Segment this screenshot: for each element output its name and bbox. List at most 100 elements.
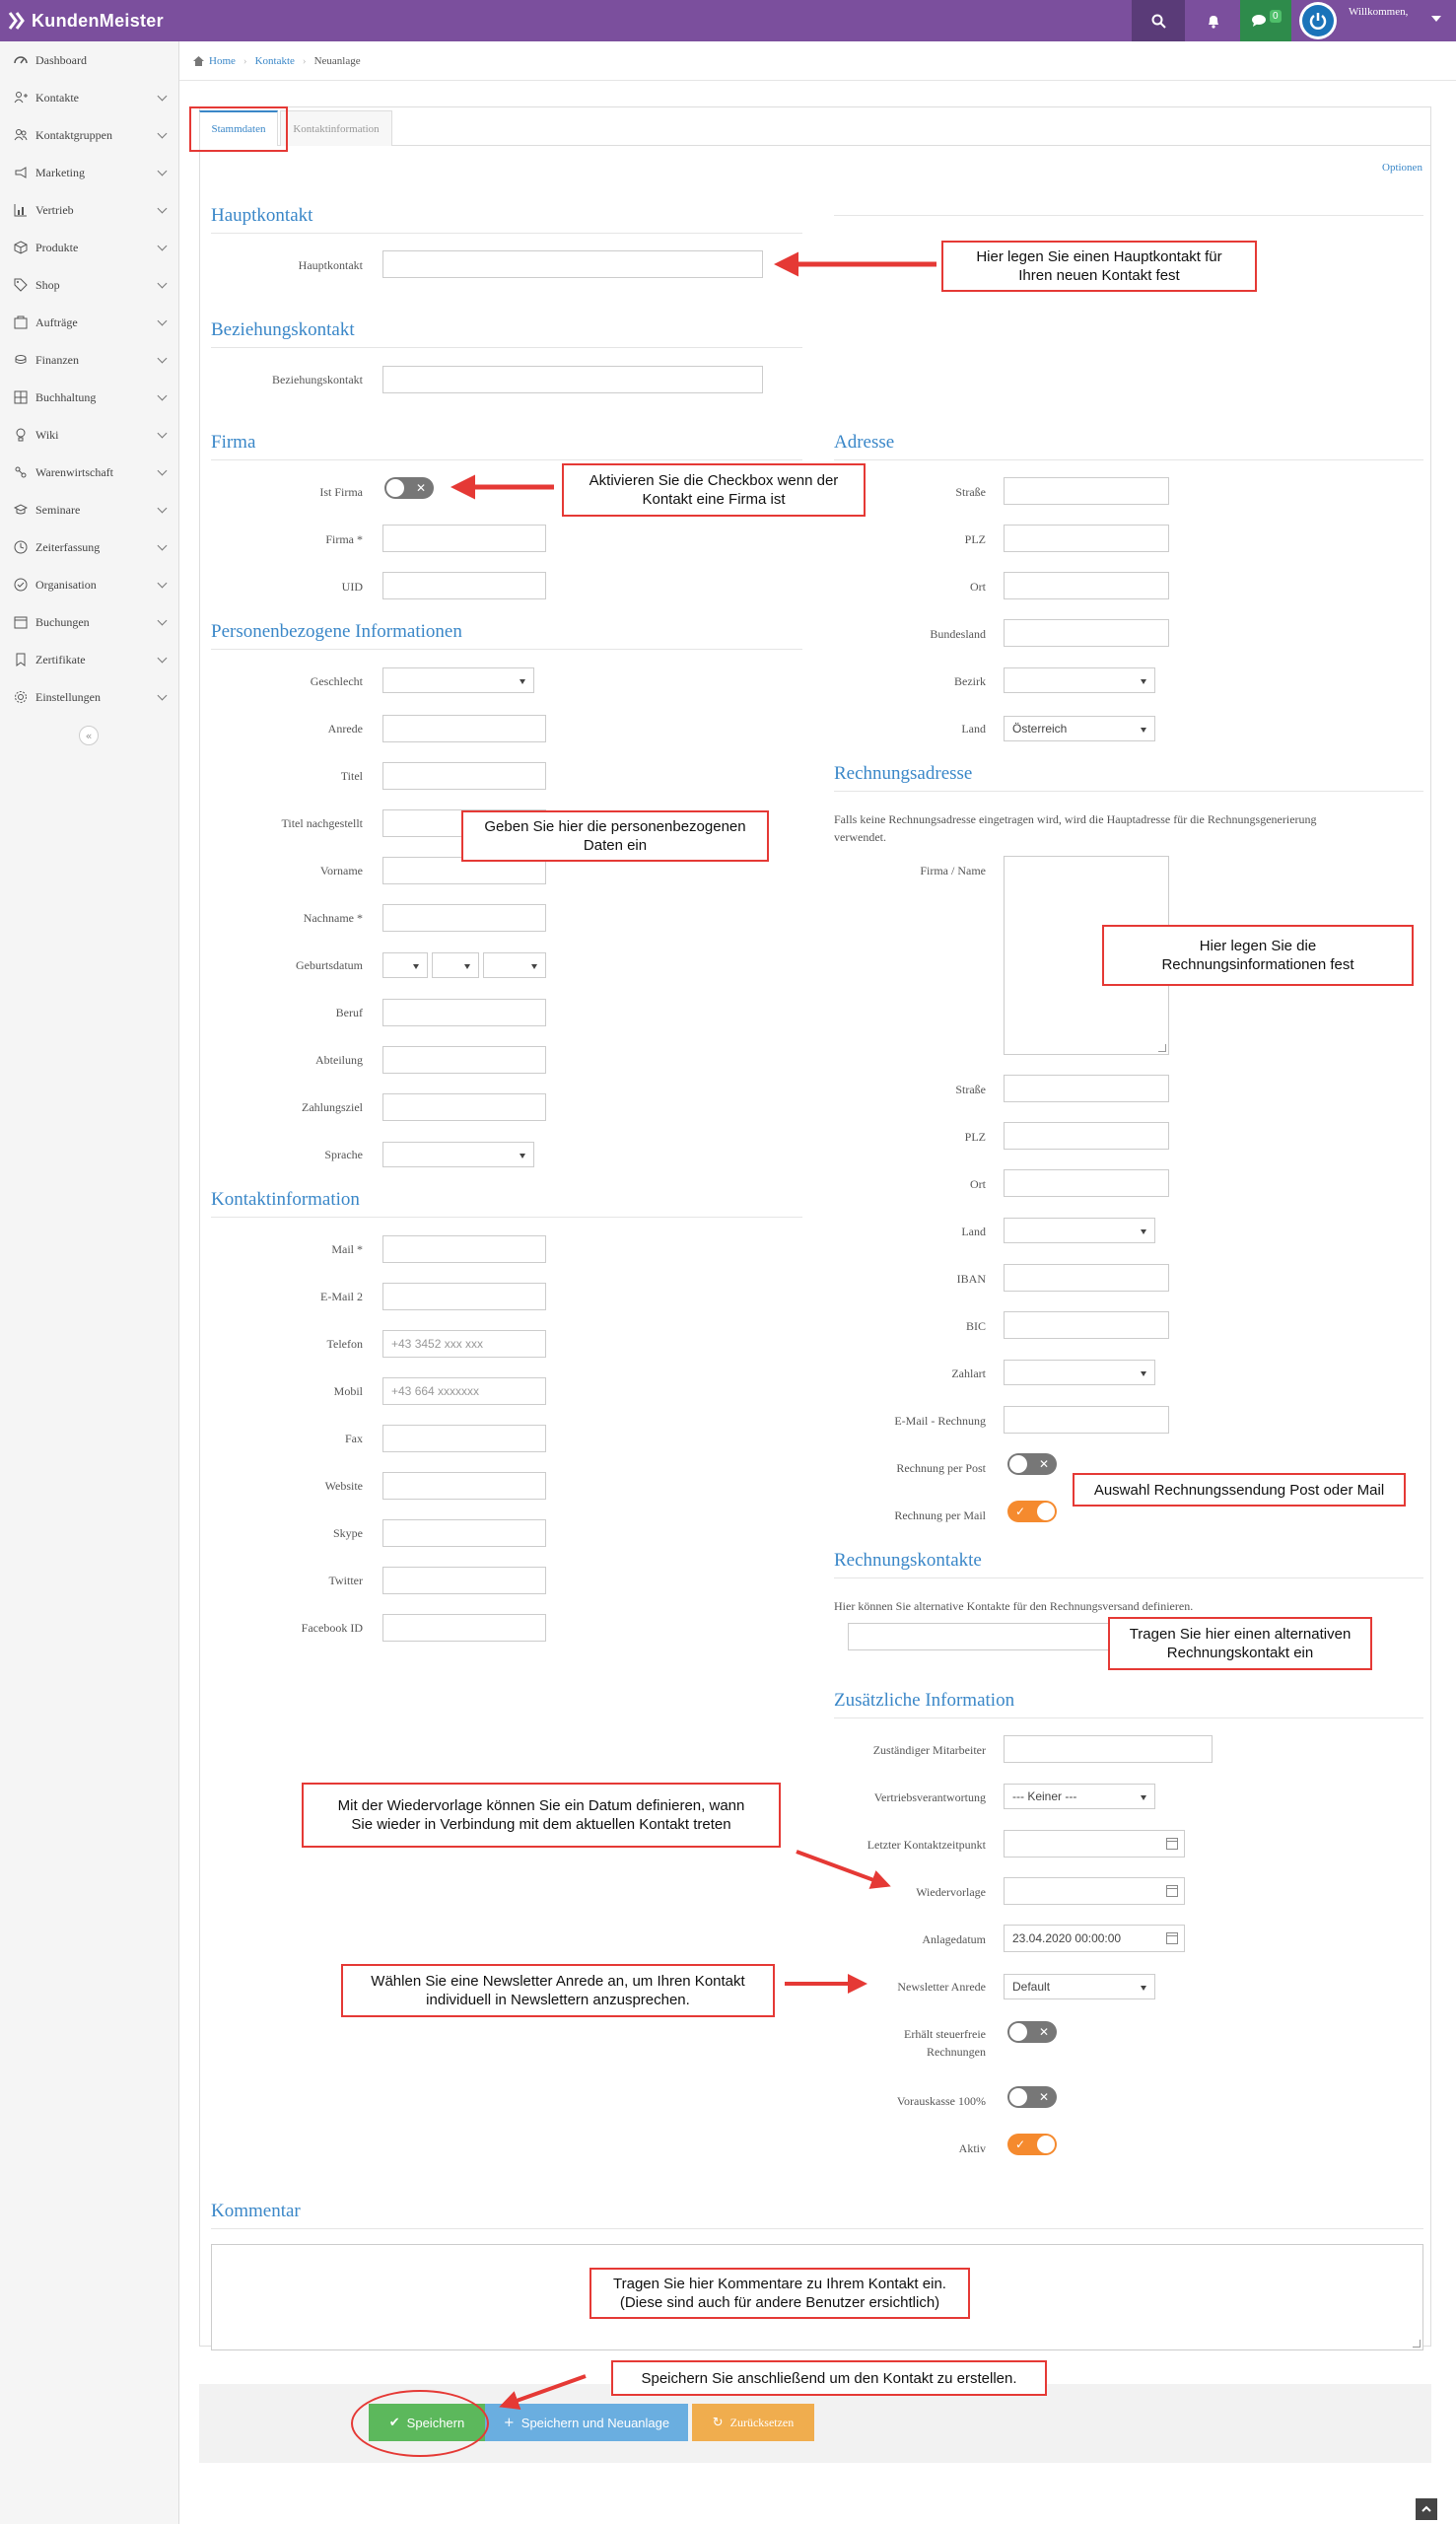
anrede-input[interactable] <box>382 715 546 742</box>
firma-input[interactable] <box>382 525 546 552</box>
aktiv-toggle[interactable]: ✓ <box>1007 2134 1057 2155</box>
website-input[interactable] <box>382 1472 546 1500</box>
bezirk-select[interactable] <box>1004 667 1155 693</box>
abteilung-input[interactable] <box>382 1046 546 1074</box>
calendar-icon <box>12 613 30 631</box>
reset-button[interactable]: ↻ Zurücksetzen <box>692 2404 814 2441</box>
ist-firma-toggle[interactable]: ✕ <box>384 477 434 499</box>
bic-input[interactable] <box>1004 1311 1169 1339</box>
search-button[interactable] <box>1132 0 1185 41</box>
mail-input[interactable] <box>382 1235 546 1263</box>
sidebar-item-label: Dashboard <box>35 52 87 67</box>
save-and-new-button[interactable]: + Speichern und Neuanlage <box>485 2404 688 2441</box>
titel-input[interactable] <box>382 762 546 790</box>
facebook-input[interactable] <box>382 1614 546 1642</box>
breadcrumb-contacts-link[interactable]: Kontakte <box>255 55 295 67</box>
sidebar-item-organisation[interactable]: Organisation <box>0 566 179 603</box>
user-avatar[interactable] <box>1299 2 1337 39</box>
notifications-button[interactable] <box>1187 0 1240 41</box>
sidebar-item-kontakte[interactable]: Kontakte <box>0 79 179 116</box>
chevron-down-icon <box>157 203 168 214</box>
sidebar-item-einstellungen[interactable]: Einstellungen <box>0 678 179 716</box>
mobil-input[interactable]: +43 664 xxxxxxx <box>382 1377 546 1405</box>
hauptkontakt-input[interactable] <box>382 250 763 278</box>
calendar-icon[interactable] <box>1166 1837 1178 1850</box>
ort-input[interactable] <box>1004 572 1169 599</box>
breadcrumb-home-link[interactable]: Home <box>209 55 236 67</box>
sidebar-item-buchungen[interactable]: Buchungen <box>0 603 179 641</box>
newsletter-anrede-select[interactable]: Default <box>1004 1974 1155 1999</box>
rechnung-ort-input[interactable] <box>1004 1169 1169 1197</box>
zahlart-select[interactable] <box>1004 1360 1155 1385</box>
beruf-input[interactable] <box>382 999 546 1026</box>
user-menu-caret-icon[interactable] <box>1431 16 1441 22</box>
iban-input[interactable] <box>1004 1264 1169 1292</box>
sidebar-item-warenwirtschaft[interactable]: Warenwirtschaft <box>0 454 179 491</box>
bundesland-input[interactable] <box>1004 619 1169 647</box>
beziehungskontakt-input[interactable] <box>382 366 763 393</box>
rechnung-mail-toggle[interactable]: ✓ <box>1007 1501 1057 1522</box>
sidebar-collapse-icon[interactable]: « <box>79 726 99 745</box>
label-bic: BIC <box>965 1319 986 1333</box>
options-link[interactable]: Optionen <box>1382 162 1422 174</box>
sidebar-item-vertrieb[interactable]: Vertrieb <box>0 191 179 229</box>
label-vertrieb: Vertriebsverantwortung <box>873 1790 986 1804</box>
zahlungsziel-input[interactable] <box>382 1093 546 1121</box>
telefon-input[interactable]: +43 3452 xxx xxx <box>382 1330 546 1358</box>
annotation-personen: Geben Sie hier die personenbezogenen Date… <box>461 810 769 862</box>
nachname-input[interactable] <box>382 904 546 932</box>
mitarbeiter-input[interactable] <box>1004 1735 1213 1763</box>
rechnung-plz-input[interactable] <box>1004 1122 1169 1150</box>
wiedervorlage-input[interactable] <box>1004 1877 1185 1905</box>
annotation-text: Geben Sie hier die personenbezogenen <box>484 818 746 835</box>
messages-button[interactable]: 0 <box>1240 0 1291 41</box>
fax-input[interactable] <box>382 1425 546 1452</box>
geburtsdatum-day-select[interactable] <box>382 952 428 978</box>
email2-input[interactable] <box>382 1283 546 1310</box>
label-land: Land <box>961 722 986 736</box>
sidebar-item-kontaktgruppen[interactable]: Kontaktgruppen <box>0 116 179 154</box>
sidebar-item-marketing[interactable]: Marketing <box>0 154 179 191</box>
calendar-icon[interactable] <box>1166 1931 1178 1944</box>
vorauskasse-toggle[interactable]: ✕ <box>1007 2086 1057 2108</box>
scroll-to-top-button[interactable] <box>1416 2498 1437 2520</box>
sidebar-item-shop[interactable]: Shop <box>0 266 179 304</box>
label-beziehungskontakt: Beziehungskontakt <box>272 373 363 386</box>
annotation-text: Rechnungsinformationen fest <box>1161 956 1354 973</box>
strasse-input[interactable] <box>1004 477 1169 505</box>
sidebar-item-buchhaltung[interactable]: Buchhaltung <box>0 379 179 416</box>
rechnungskontakt-input[interactable] <box>848 1623 1128 1650</box>
tab-kontaktinformation[interactable]: Kontaktinformation <box>280 110 392 146</box>
sidebar-item-seminare[interactable]: Seminare <box>0 491 179 528</box>
plz-input[interactable] <box>1004 525 1169 552</box>
sidebar-item-dashboard[interactable]: Dashboard <box>0 41 179 79</box>
sidebar-item-zeiterfassung[interactable]: Zeiterfassung <box>0 528 179 566</box>
sidebar-item-zertifikate[interactable]: Zertifikate <box>0 641 179 678</box>
rechnung-land-select[interactable] <box>1004 1218 1155 1243</box>
skype-input[interactable] <box>382 1519 546 1547</box>
sidebar-item-produkte[interactable]: Produkte <box>0 229 179 266</box>
vertrieb-select[interactable]: --- Keiner --- <box>1004 1784 1155 1809</box>
label-uid: UID <box>341 580 363 594</box>
land-select[interactable]: Österreich <box>1004 716 1155 741</box>
top-bar: KundenMeister 0 Willkommen, <box>0 0 1456 41</box>
sprache-select[interactable] <box>382 1142 534 1167</box>
geburtsdatum-year-select[interactable] <box>483 952 546 978</box>
annotation-text: Kontakt eine Firma ist <box>642 491 786 508</box>
rechnung-strasse-input[interactable] <box>1004 1075 1169 1102</box>
sidebar-item-wiki[interactable]: Wiki <box>0 416 179 454</box>
twitter-input[interactable] <box>382 1567 546 1594</box>
app-logo[interactable]: KundenMeister <box>8 8 164 34</box>
sidebar-item-finanzen[interactable]: Finanzen <box>0 341 179 379</box>
steuerfrei-toggle[interactable]: ✕ <box>1007 2021 1057 2043</box>
rechnung-post-toggle[interactable]: ✕ <box>1007 1453 1057 1475</box>
letzter-kontakt-input[interactable] <box>1004 1830 1185 1858</box>
calendar-icon[interactable] <box>1166 1884 1178 1897</box>
email-rechnung-input[interactable] <box>1004 1406 1169 1434</box>
sidebar-item-auftraege[interactable]: Aufträge <box>0 304 179 341</box>
anlagedatum-input[interactable]: 23.04.2020 00:00:00 <box>1004 1925 1185 1952</box>
annotation-hauptkontakt: Hier legen Sie einen Hauptkontakt für Ihr… <box>941 241 1257 292</box>
geburtsdatum-month-select[interactable] <box>432 952 479 978</box>
uid-input[interactable] <box>382 572 546 599</box>
geschlecht-select[interactable] <box>382 667 534 693</box>
